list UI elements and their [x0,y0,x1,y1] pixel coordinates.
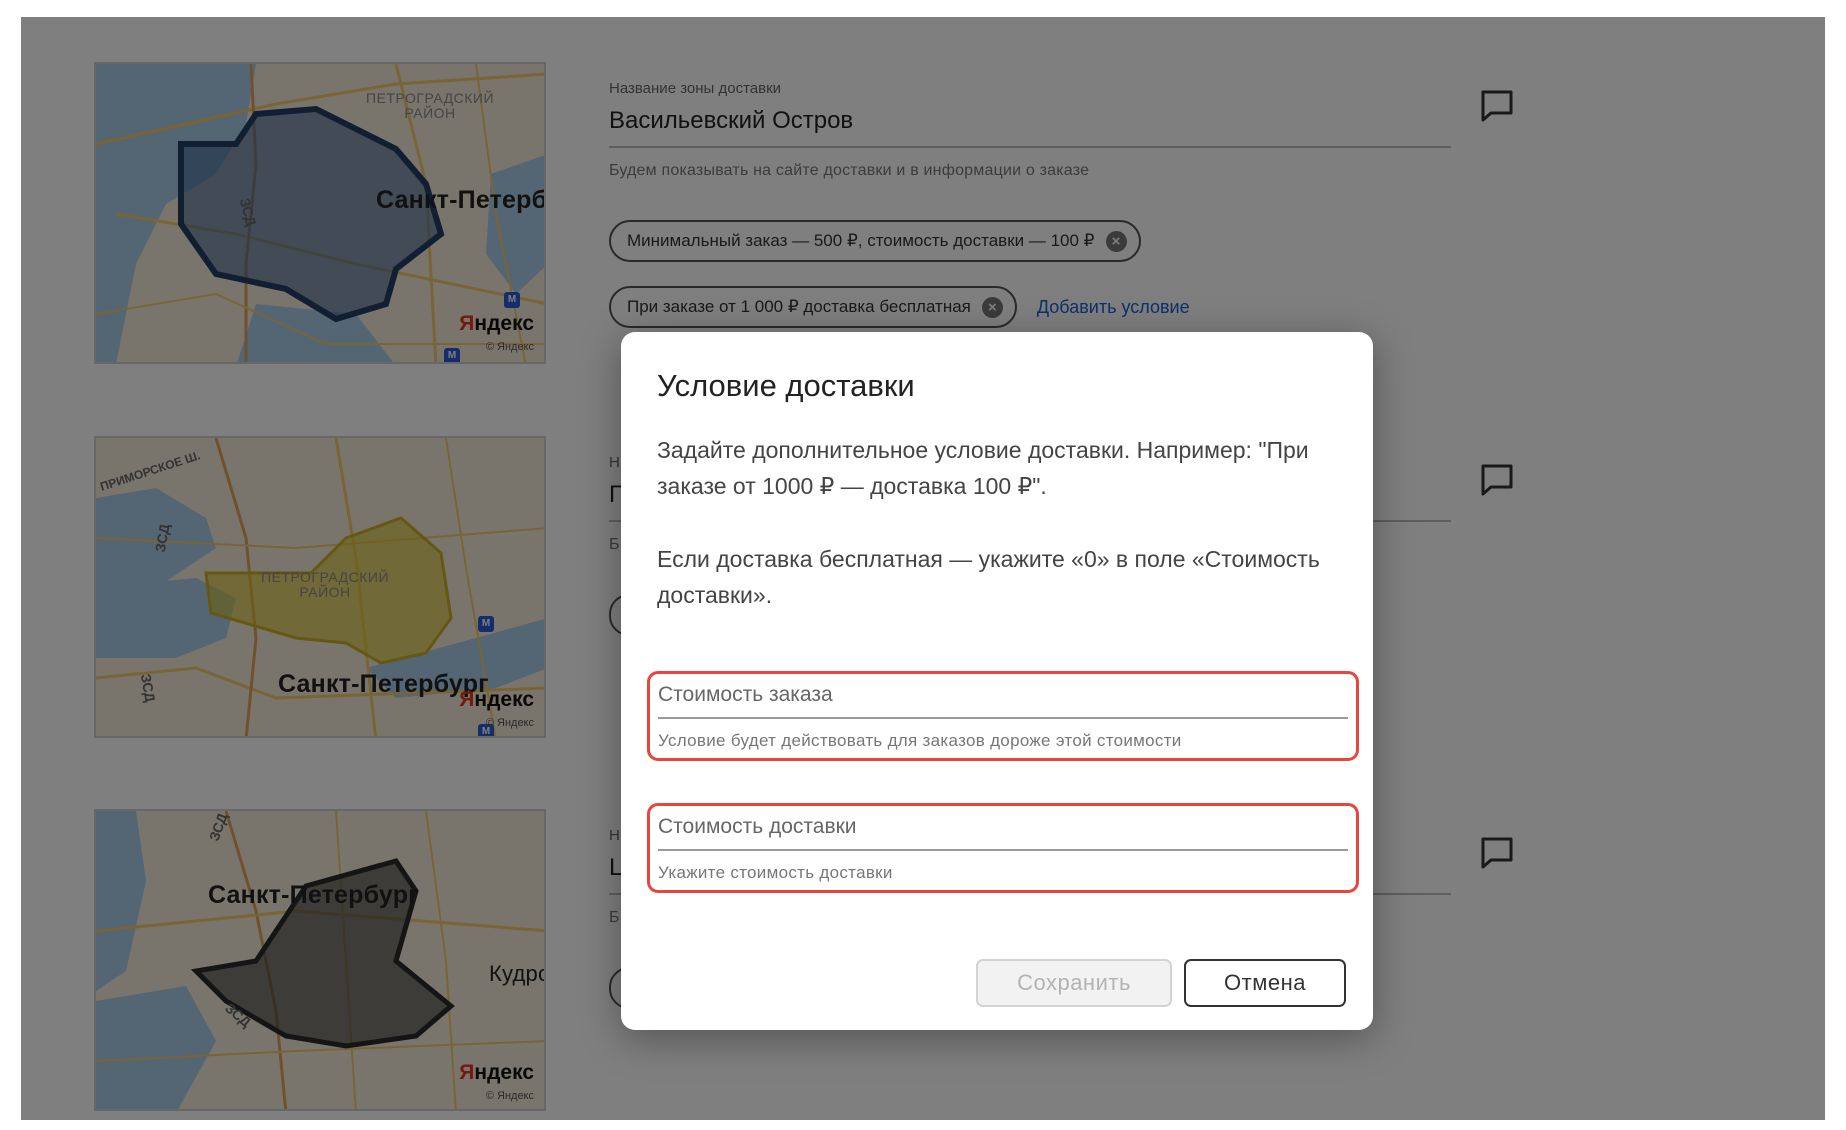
order-cost-field[interactable]: Стоимость заказа Условие будет действова… [647,671,1359,761]
delivery-cost-label: Стоимость доставки [658,815,857,838]
delivery-cost-field[interactable]: Стоимость доставки Укажите стоимость дос… [647,803,1359,893]
dialog-paragraph: Задайте дополнительное условие доставки.… [657,437,1309,499]
delivery-cost-input-underline [658,849,1348,851]
dialog-title: Условие доставки [657,368,915,403]
dialog-description: Задайте дополнительное условие доставки.… [657,432,1347,650]
order-cost-hint: Условие будет действовать для заказов до… [658,731,1182,750]
dialog-paragraph: Если доставка бесплатная — укажите «0» в… [657,546,1320,608]
save-button[interactable]: Сохранить [976,959,1172,1007]
delivery-cost-hint: Укажите стоимость доставки [658,863,893,882]
cancel-button[interactable]: Отмена [1184,959,1346,1007]
order-cost-label: Стоимость заказа [658,683,833,706]
order-cost-input-underline [658,717,1348,719]
delivery-condition-dialog: Условие доставки Задайте дополнительное … [621,332,1373,1030]
